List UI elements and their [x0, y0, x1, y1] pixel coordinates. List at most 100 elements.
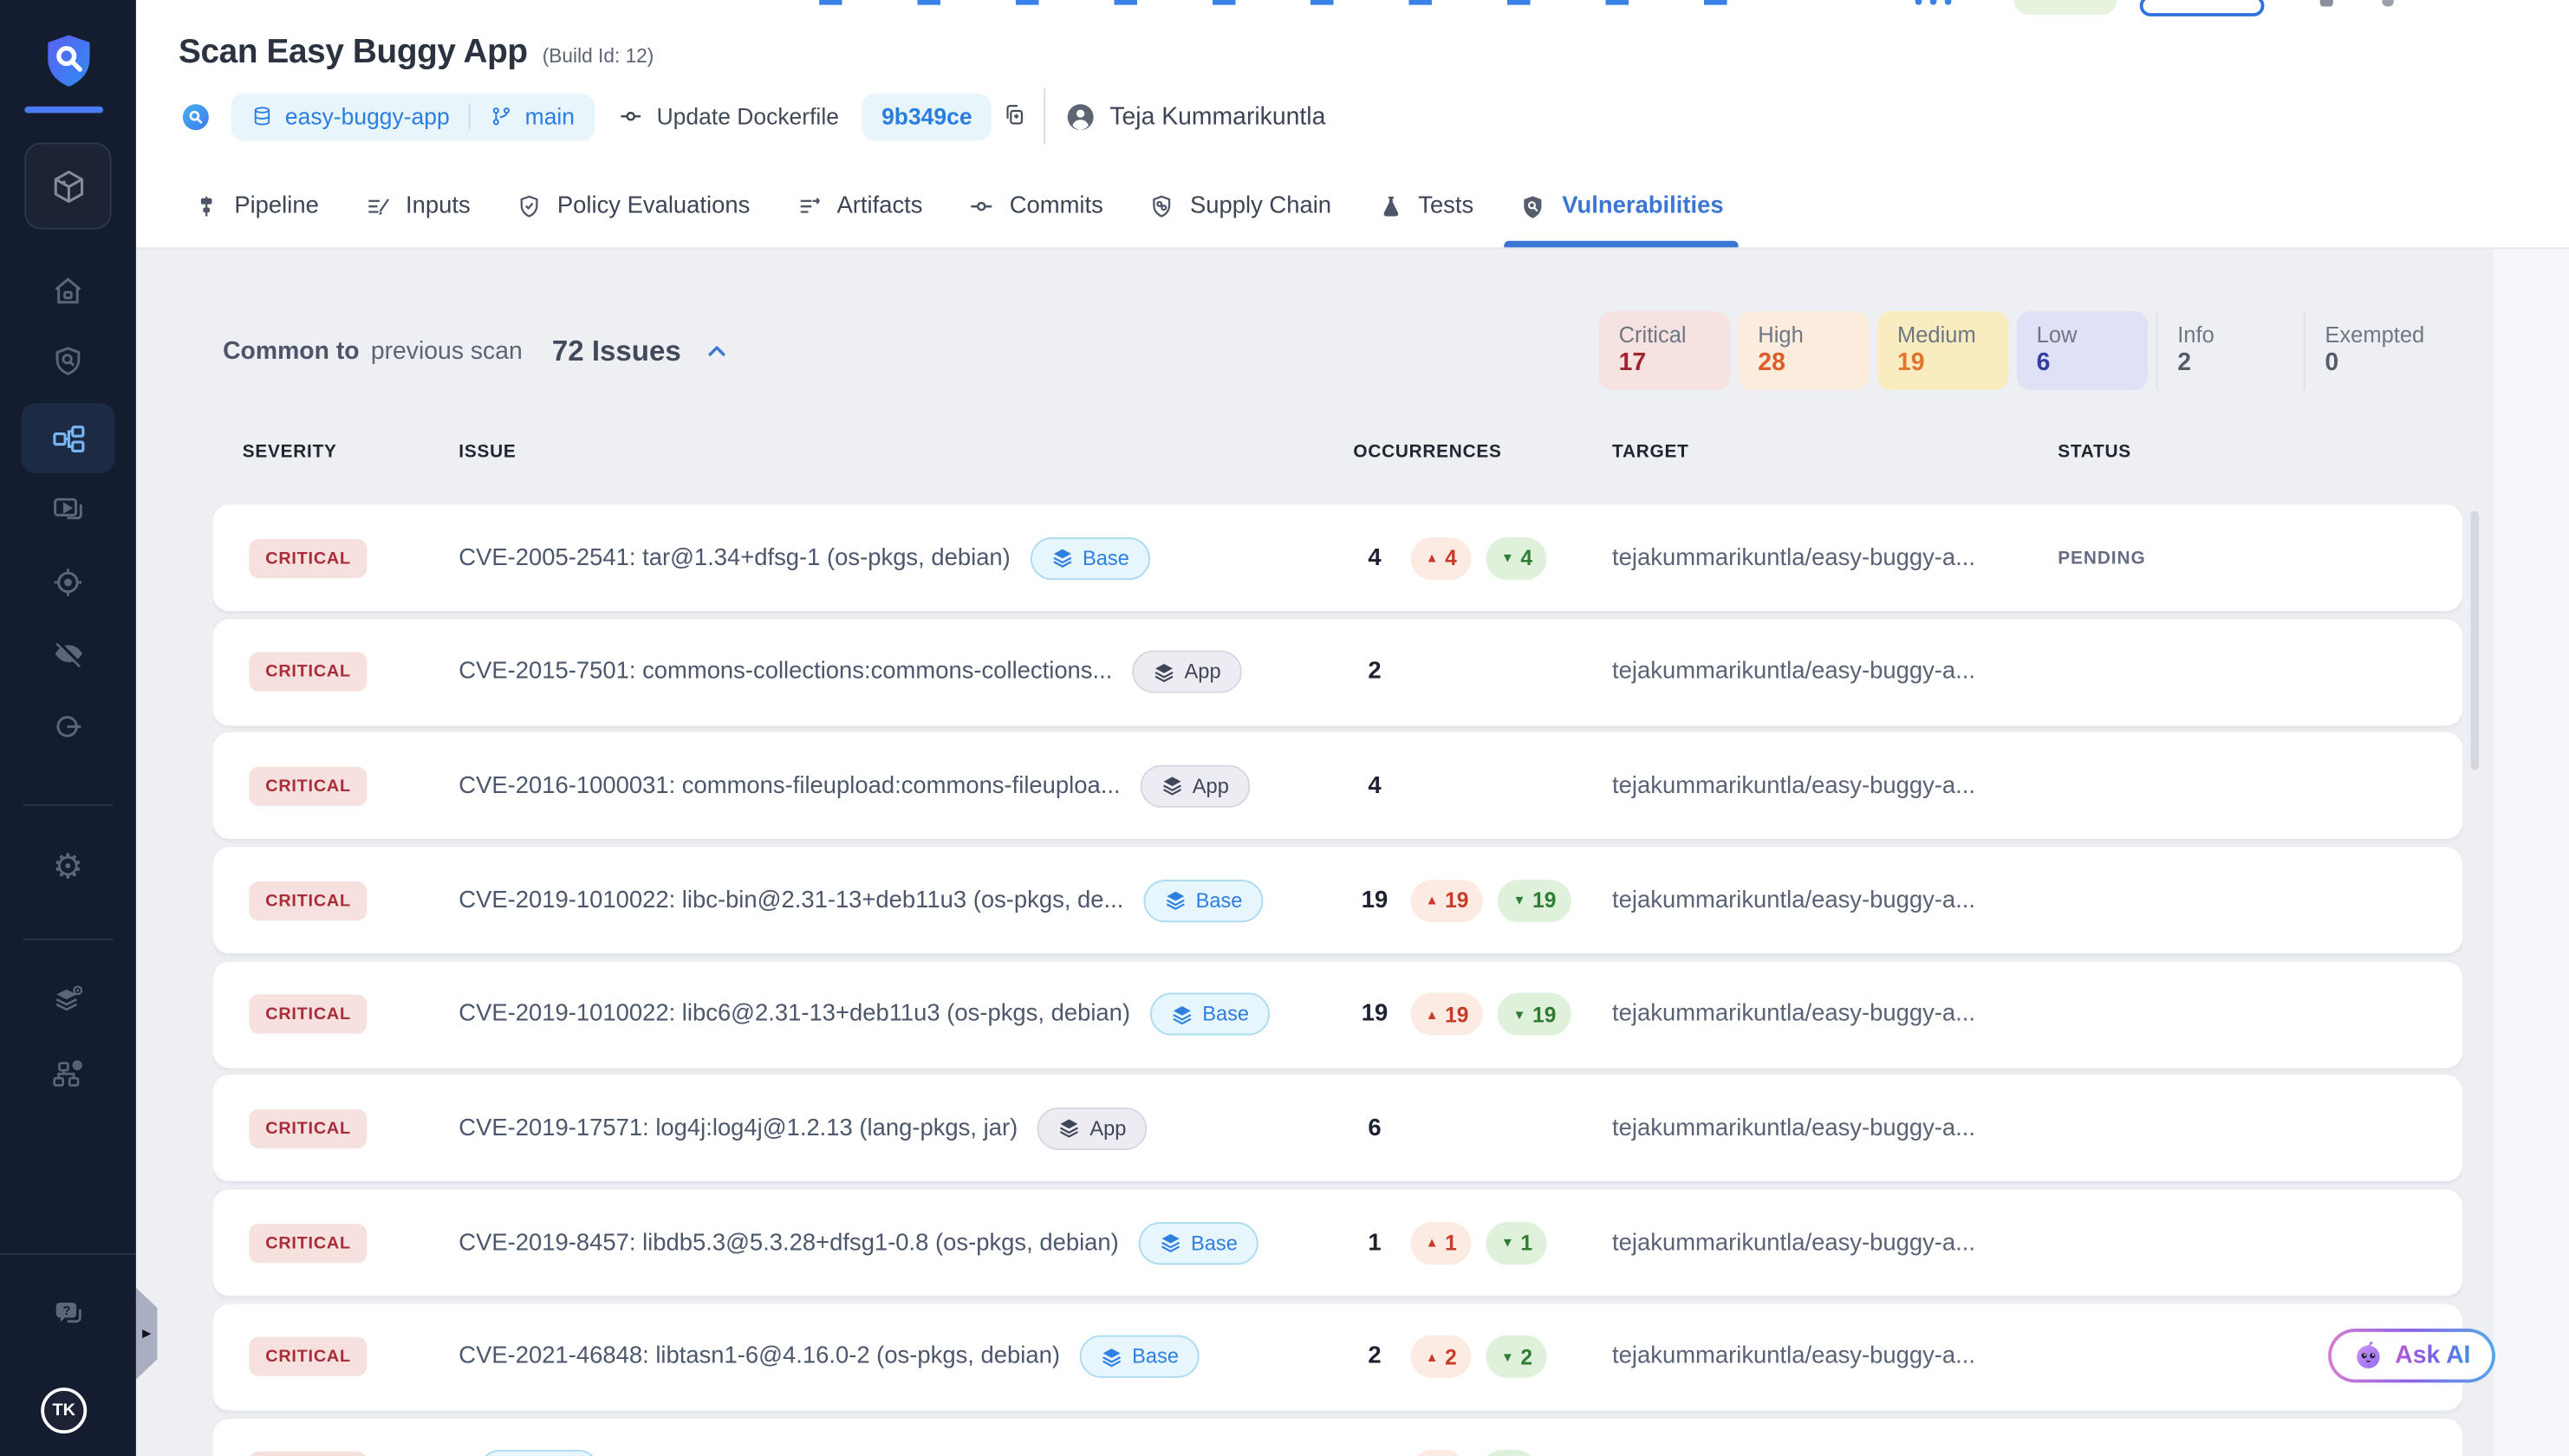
tab-inputs[interactable]: Inputs	[365, 166, 471, 248]
ask-ai-button[interactable]: Ask AI	[2328, 1329, 2494, 1382]
sidebar-item-integration-settings[interactable]	[51, 1043, 86, 1109]
occurrences-count: 4	[1353, 545, 1395, 571]
sidebar-item-product[interactable]	[24, 142, 111, 229]
inputs-filter-icon	[365, 193, 391, 219]
severity-card-label: Low	[2037, 322, 2149, 347]
supply-chain-shield-icon	[1149, 193, 1175, 219]
sidebar-item-scans[interactable]	[51, 331, 86, 397]
chevron-up-icon[interactable]	[704, 338, 728, 362]
commit-icon	[968, 193, 994, 219]
issue-cve-text: CVE-2019-1010022: libc6@2.31-13+deb11u3 …	[459, 1001, 1130, 1027]
vulnerability-row[interactable]: CRITICALCVE-2019-1010022: libc-bin@2.31-…	[213, 847, 2462, 953]
tab-commits[interactable]: Commits	[968, 166, 1102, 248]
tab-pipeline[interactable]: Pipeline	[193, 166, 319, 248]
scope-badge-label: Base	[1191, 1232, 1238, 1254]
scope-badge-base: Base	[1138, 1221, 1258, 1264]
group-label: previous scan	[371, 336, 523, 364]
tab-vulnerabilities[interactable]: Vulnerabilities	[1519, 166, 1723, 248]
copy-button[interactable]	[1002, 100, 1028, 133]
severity-card-high[interactable]: High28	[1739, 311, 1870, 390]
arrow-up-icon: ▲	[1426, 1007, 1439, 1022]
pill-separator	[469, 103, 471, 129]
commit-hash[interactable]: 9b349ce	[862, 93, 992, 140]
ask-ai-label: Ask AI	[2395, 1342, 2470, 1369]
sidebar-item-runs[interactable]	[51, 478, 86, 544]
scope-badge-base: Base	[1080, 1336, 1200, 1378]
new-occurrences-pill: ▲ 19	[1411, 879, 1484, 921]
group-label-bold: Common to	[223, 336, 360, 364]
severity-badge: CRITICAL	[249, 1452, 367, 1456]
up-count: 19	[1445, 888, 1468, 913]
sidebar-item-settings[interactable]: ⚙	[53, 834, 84, 900]
sidebar-item-pipelines[interactable]	[22, 403, 115, 473]
issue-cve-text: CVE-2016-1000031: commons-fileupload:com…	[459, 773, 1120, 799]
up-count: 19	[1445, 1002, 1468, 1026]
vulnerability-row[interactable]: CRITICALCVE-2016-1000031: commons-fileup…	[213, 733, 2462, 840]
sidebar-item-help[interactable]: ?	[50, 1283, 87, 1349]
tab-policy-evaluations[interactable]: Policy Evaluations	[517, 166, 751, 248]
top-cutoff-icon[interactable]	[2320, 0, 2333, 7]
severity-card-value: 2	[2177, 349, 2295, 377]
scope-badge-label: Base	[1132, 1346, 1179, 1368]
home-icon	[51, 274, 86, 309]
layers-icon	[1051, 547, 1073, 569]
resolved-occurrences-pill: ▼1	[1486, 1221, 1547, 1264]
tab-artifacts[interactable]: Artifacts	[796, 166, 922, 248]
arrow-up-icon: ▲	[1426, 893, 1439, 907]
issues-group-toggle[interactable]: Common to previous scan 72 Issues	[223, 334, 729, 368]
new-occurrences-pill: ▲4	[1411, 536, 1472, 579]
sidebar-item-sessions[interactable]	[51, 696, 86, 762]
top-cutoff-button[interactable]	[2140, 0, 2265, 16]
power-icon	[51, 710, 86, 744]
sidebar-item-hidden-findings[interactable]	[50, 622, 87, 688]
severity-card-low[interactable]: Low6	[2017, 311, 2148, 390]
severity-card-label: High	[1758, 322, 1870, 347]
gear-icon: ⚙	[53, 848, 84, 885]
vulnerability-row[interactable]: CRITICALCVE-2019-8457: libdb5.3@5.3.28+d…	[213, 1190, 2462, 1297]
vulnerability-row[interactable]: CRITICALCVE-2015-7501: commons-collectio…	[213, 619, 2462, 725]
severity-card-value: 17	[1619, 349, 1731, 377]
scrollbar-thumb[interactable]	[2471, 511, 2479, 770]
severity-card-exempted[interactable]: Exempted0	[2304, 311, 2443, 390]
vulnerability-row[interactable]: CRITICALBase▲▼	[213, 1418, 2462, 1456]
top-cutoff-icon[interactable]	[2383, 0, 2394, 7]
target-text: tejakummarikuntla/easy-buggy-a...	[1612, 659, 2058, 685]
arrow-down-icon: ▼	[1512, 1007, 1525, 1022]
app-logo[interactable]	[0, 31, 136, 90]
sidebar-item-layer-settings[interactable]	[51, 970, 86, 1036]
tab-tests[interactable]: Tests	[1377, 166, 1473, 248]
resolved-occurrences-pill: ▼	[1481, 1450, 1537, 1456]
severity-card-medium[interactable]: Medium19	[1877, 311, 2008, 390]
arrow-down-icon: ▼	[1501, 550, 1514, 565]
author-name: Teja Kummarikuntla	[1109, 102, 1325, 130]
issue-cve-text: CVE-2005-2541: tar@1.34+dfsg-1 (os-pkgs,…	[459, 545, 1011, 571]
tab-supply-chain[interactable]: Supply Chain	[1149, 166, 1331, 248]
sidebar-item-home[interactable]	[51, 261, 86, 327]
severity-card-value: 28	[1758, 349, 1870, 377]
severity-card-info[interactable]: Info2	[2156, 311, 2296, 390]
down-count: 4	[1520, 545, 1532, 569]
user-avatar[interactable]: TK	[41, 1388, 87, 1433]
top-cutoff-status-pill[interactable]	[2013, 0, 2117, 15]
vulnerability-row[interactable]: CRITICALCVE-2019-17571: log4j:log4j@1.2.…	[213, 1076, 2462, 1182]
branch-link[interactable]: main	[525, 103, 575, 129]
severity-badge: CRITICAL	[249, 538, 367, 577]
vulnerability-row[interactable]: CRITICALCVE-2019-1010022: libc6@2.31-13+…	[213, 961, 2462, 1068]
main-area: Scan Easy Buggy App (Build Id: 12) easy-…	[136, 0, 2569, 1456]
issue-cve-text: CVE-2015-7501: commons-collections:commo…	[459, 659, 1112, 685]
severity-card-critical[interactable]: Critical17	[1599, 311, 1730, 390]
target-text: tejakummarikuntla/easy-buggy-a...	[1612, 545, 2058, 571]
repo-link[interactable]: easy-buggy-app	[285, 103, 450, 129]
top-cutoff-dots	[1915, 0, 1952, 5]
sidebar-divider	[23, 939, 113, 940]
vulnerability-row[interactable]: CRITICALCVE-2021-46848: libtasn1-6@4.16.…	[213, 1303, 2462, 1410]
severity-badge: CRITICAL	[249, 1337, 367, 1376]
scope-badge-label: Base	[1083, 546, 1129, 569]
vulnerability-row[interactable]: CRITICAL CVE-2005-2541: tar@1.34+dfsg-1 (…	[213, 504, 2462, 611]
vulnerabilities-shield-search-icon	[1519, 192, 1547, 220]
robot-icon	[2352, 1340, 2384, 1371]
logo-underline	[24, 107, 103, 113]
sidebar-item-targets[interactable]	[51, 552, 86, 618]
scope-badge-app: App	[1132, 651, 1242, 693]
scope-badge-label: App	[1185, 660, 1221, 683]
